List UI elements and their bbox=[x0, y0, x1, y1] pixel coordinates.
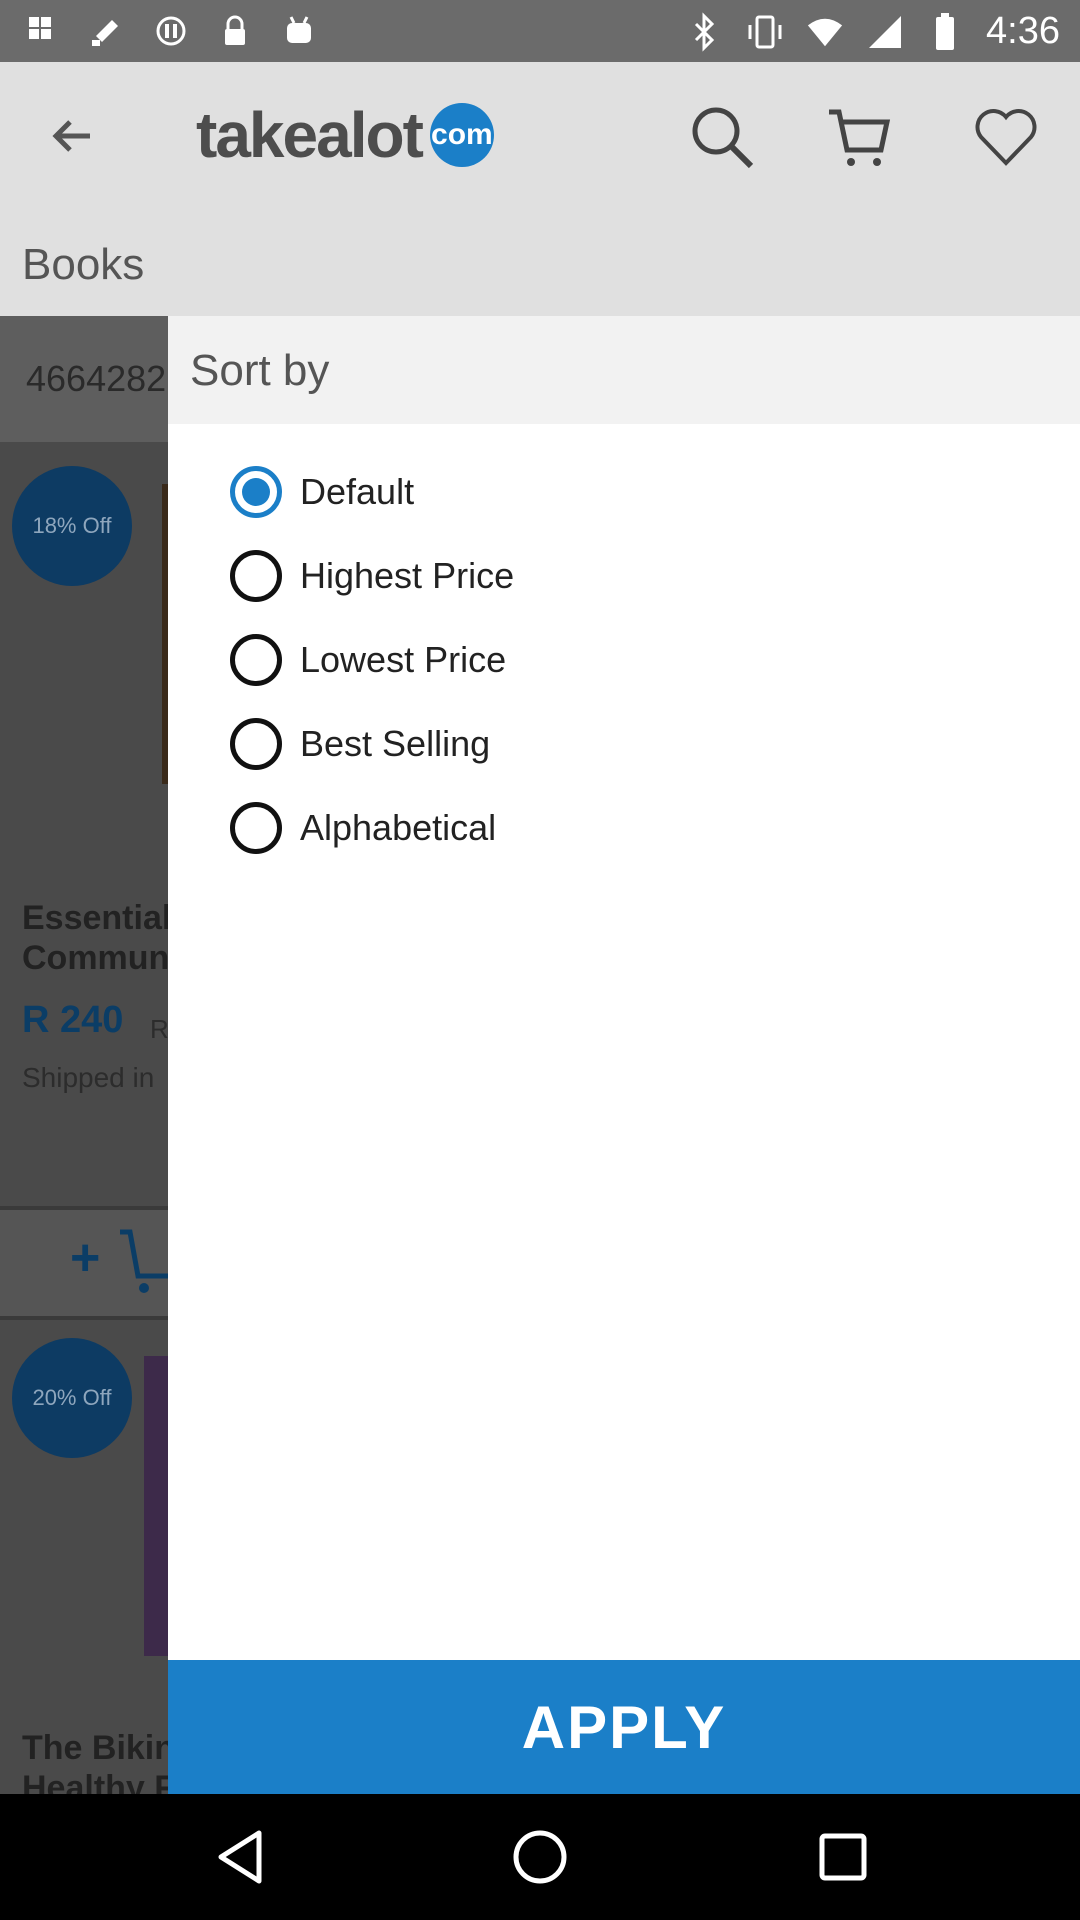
battery-icon bbox=[926, 12, 964, 51]
android-icon bbox=[280, 12, 318, 50]
heart-icon[interactable] bbox=[971, 102, 1041, 172]
sort-option-label: Default bbox=[300, 471, 415, 512]
add-to-cart-bar[interactable]: + bbox=[0, 1210, 168, 1316]
plus-icon: + bbox=[70, 1229, 101, 1287]
back-icon[interactable] bbox=[210, 1827, 270, 1887]
sort-option-label: Best Selling bbox=[300, 723, 491, 764]
signal-icon bbox=[866, 13, 904, 51]
recents-icon[interactable] bbox=[813, 1827, 873, 1887]
sort-panel-title: Sort by bbox=[190, 346, 330, 395]
logo-text: takealot bbox=[196, 99, 424, 171]
cart-icon[interactable] bbox=[825, 102, 895, 172]
product-title[interactable]: Essential Commun bbox=[22, 898, 168, 978]
sort-option-label: Highest Price bbox=[300, 555, 515, 596]
home-icon[interactable] bbox=[510, 1827, 570, 1887]
radio-selected-icon[interactable] bbox=[230, 466, 282, 518]
search-icon[interactable] bbox=[687, 102, 757, 172]
sync-icon bbox=[152, 12, 190, 50]
category-header: Books bbox=[0, 210, 1080, 316]
takealot-logo[interactable]: takealot com bbox=[196, 98, 494, 172]
clock: 4:36 bbox=[986, 10, 1060, 52]
divider bbox=[0, 1316, 168, 1320]
sort-panel: Sort by Default Highest Price Lowest Pri… bbox=[168, 316, 1080, 1660]
wifi-icon bbox=[806, 13, 844, 51]
product-title[interactable]: The Bikin Healthy F bbox=[22, 1728, 168, 1794]
discount-badge: 18% Off bbox=[12, 466, 132, 586]
status-bar: 4:36 bbox=[0, 0, 1080, 62]
satellite-icon bbox=[88, 12, 126, 50]
sort-option-label: Lowest Price bbox=[300, 639, 507, 680]
logo-badge: com bbox=[429, 103, 494, 167]
result-count-bar: 4664282 bbox=[0, 316, 168, 442]
product-image[interactable] bbox=[144, 1356, 168, 1656]
radio-unselected-icon[interactable] bbox=[230, 802, 282, 854]
result-count: 4664282 bbox=[26, 358, 167, 399]
navigation-bar bbox=[0, 1794, 1080, 1920]
sort-option-alphabetical[interactable]: Alphabetical bbox=[230, 798, 496, 858]
product-old-price: R bbox=[150, 1014, 168, 1044]
radio-unselected-icon[interactable] bbox=[230, 550, 282, 602]
sort-option-default[interactable]: Default bbox=[230, 462, 414, 522]
back-arrow-icon[interactable] bbox=[40, 104, 104, 168]
product-price: R 240 bbox=[22, 999, 124, 1041]
discount-badge: 20% Off bbox=[12, 1338, 132, 1458]
product-list-background: 4664282 18% Off Essential Commun R 240 R… bbox=[0, 316, 168, 1794]
lock-icon bbox=[216, 12, 254, 50]
radio-unselected-icon[interactable] bbox=[230, 718, 282, 770]
sort-panel-header: Sort by bbox=[168, 316, 1080, 424]
fake-gps-icon bbox=[24, 12, 62, 50]
sort-option-highest-price[interactable]: Highest Price bbox=[230, 546, 514, 606]
radio-unselected-icon[interactable] bbox=[230, 634, 282, 686]
apply-button[interactable]: APPLY bbox=[168, 1660, 1080, 1794]
app-bar: takealot com bbox=[0, 62, 1080, 210]
vibrate-icon bbox=[746, 13, 784, 51]
cart-icon bbox=[118, 1226, 168, 1301]
sort-option-label: Alphabetical bbox=[300, 807, 497, 848]
bluetooth-icon bbox=[686, 11, 724, 52]
category-title: Books bbox=[22, 240, 145, 289]
sort-option-best-selling[interactable]: Best Selling bbox=[230, 714, 490, 774]
shipping-info: Shipped in bbox=[22, 1062, 155, 1093]
sort-option-lowest-price[interactable]: Lowest Price bbox=[230, 630, 506, 690]
